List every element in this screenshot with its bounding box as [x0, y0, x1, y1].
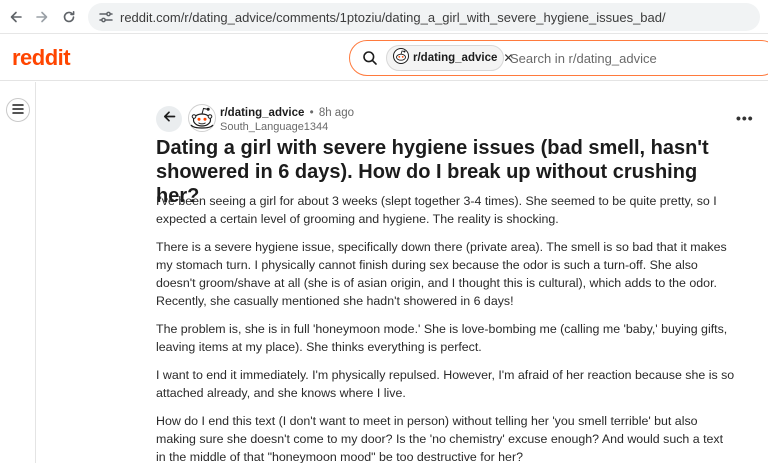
subreddit-avatar[interactable]	[188, 104, 216, 132]
search-icon	[362, 50, 378, 71]
post-body: I've been seeing a girl for about 3 week…	[156, 192, 736, 463]
post-paragraph: The problem is, she is in full 'honeymoo…	[156, 322, 728, 354]
post-paragraph: I want to end it immediately. I'm physic…	[156, 368, 735, 400]
post-paragraph: How do I end this text (I don't want to …	[156, 414, 724, 463]
expand-navigation-button[interactable]	[6, 98, 30, 122]
subreddit-chip-icon	[393, 47, 409, 69]
site-settings-icon[interactable]	[98, 9, 114, 30]
more-options-icon[interactable]: •••	[736, 110, 754, 126]
post-meta: r/dating_advice • 8h ago	[220, 107, 354, 119]
search-input[interactable]: Search in r/dating_advice	[510, 51, 657, 66]
reddit-header: reddit r/dating_advice ✕ Search in r/dat…	[0, 35, 768, 81]
meta-separator: •	[309, 107, 314, 119]
address-bar[interactable]: reddit.com/r/dating_advice/comments/1pto…	[88, 3, 760, 31]
browser-toolbar: reddit.com/r/dating_advice/comments/1pto…	[0, 0, 768, 34]
post-paragraph: I've been seeing a girl for about 3 week…	[156, 194, 717, 226]
hamburger-menu-icon	[12, 101, 24, 119]
url-text: reddit.com/r/dating_advice/comments/1pto…	[120, 10, 666, 25]
forward-arrow-icon[interactable]	[32, 7, 52, 27]
search-bar[interactable]: r/dating_advice ✕ Search in r/dating_adv…	[349, 40, 768, 76]
post-author[interactable]: South_Language1344	[220, 121, 328, 133]
subreddit-search-chip[interactable]: r/dating_advice ✕	[386, 45, 513, 71]
reload-icon[interactable]	[59, 7, 79, 27]
subreddit-link[interactable]: r/dating_advice	[220, 107, 304, 119]
back-button[interactable]	[156, 106, 182, 132]
post-paragraph: There is a severe hygiene issue, specifi…	[156, 240, 727, 308]
back-arrow-icon[interactable]	[6, 7, 26, 27]
left-rail	[0, 82, 36, 463]
subreddit-chip-label: r/dating_advice	[413, 52, 498, 64]
reddit-logo[interactable]: reddit	[12, 45, 71, 71]
back-arrow-icon	[163, 110, 176, 128]
post-timestamp: 8h ago	[318, 107, 354, 119]
